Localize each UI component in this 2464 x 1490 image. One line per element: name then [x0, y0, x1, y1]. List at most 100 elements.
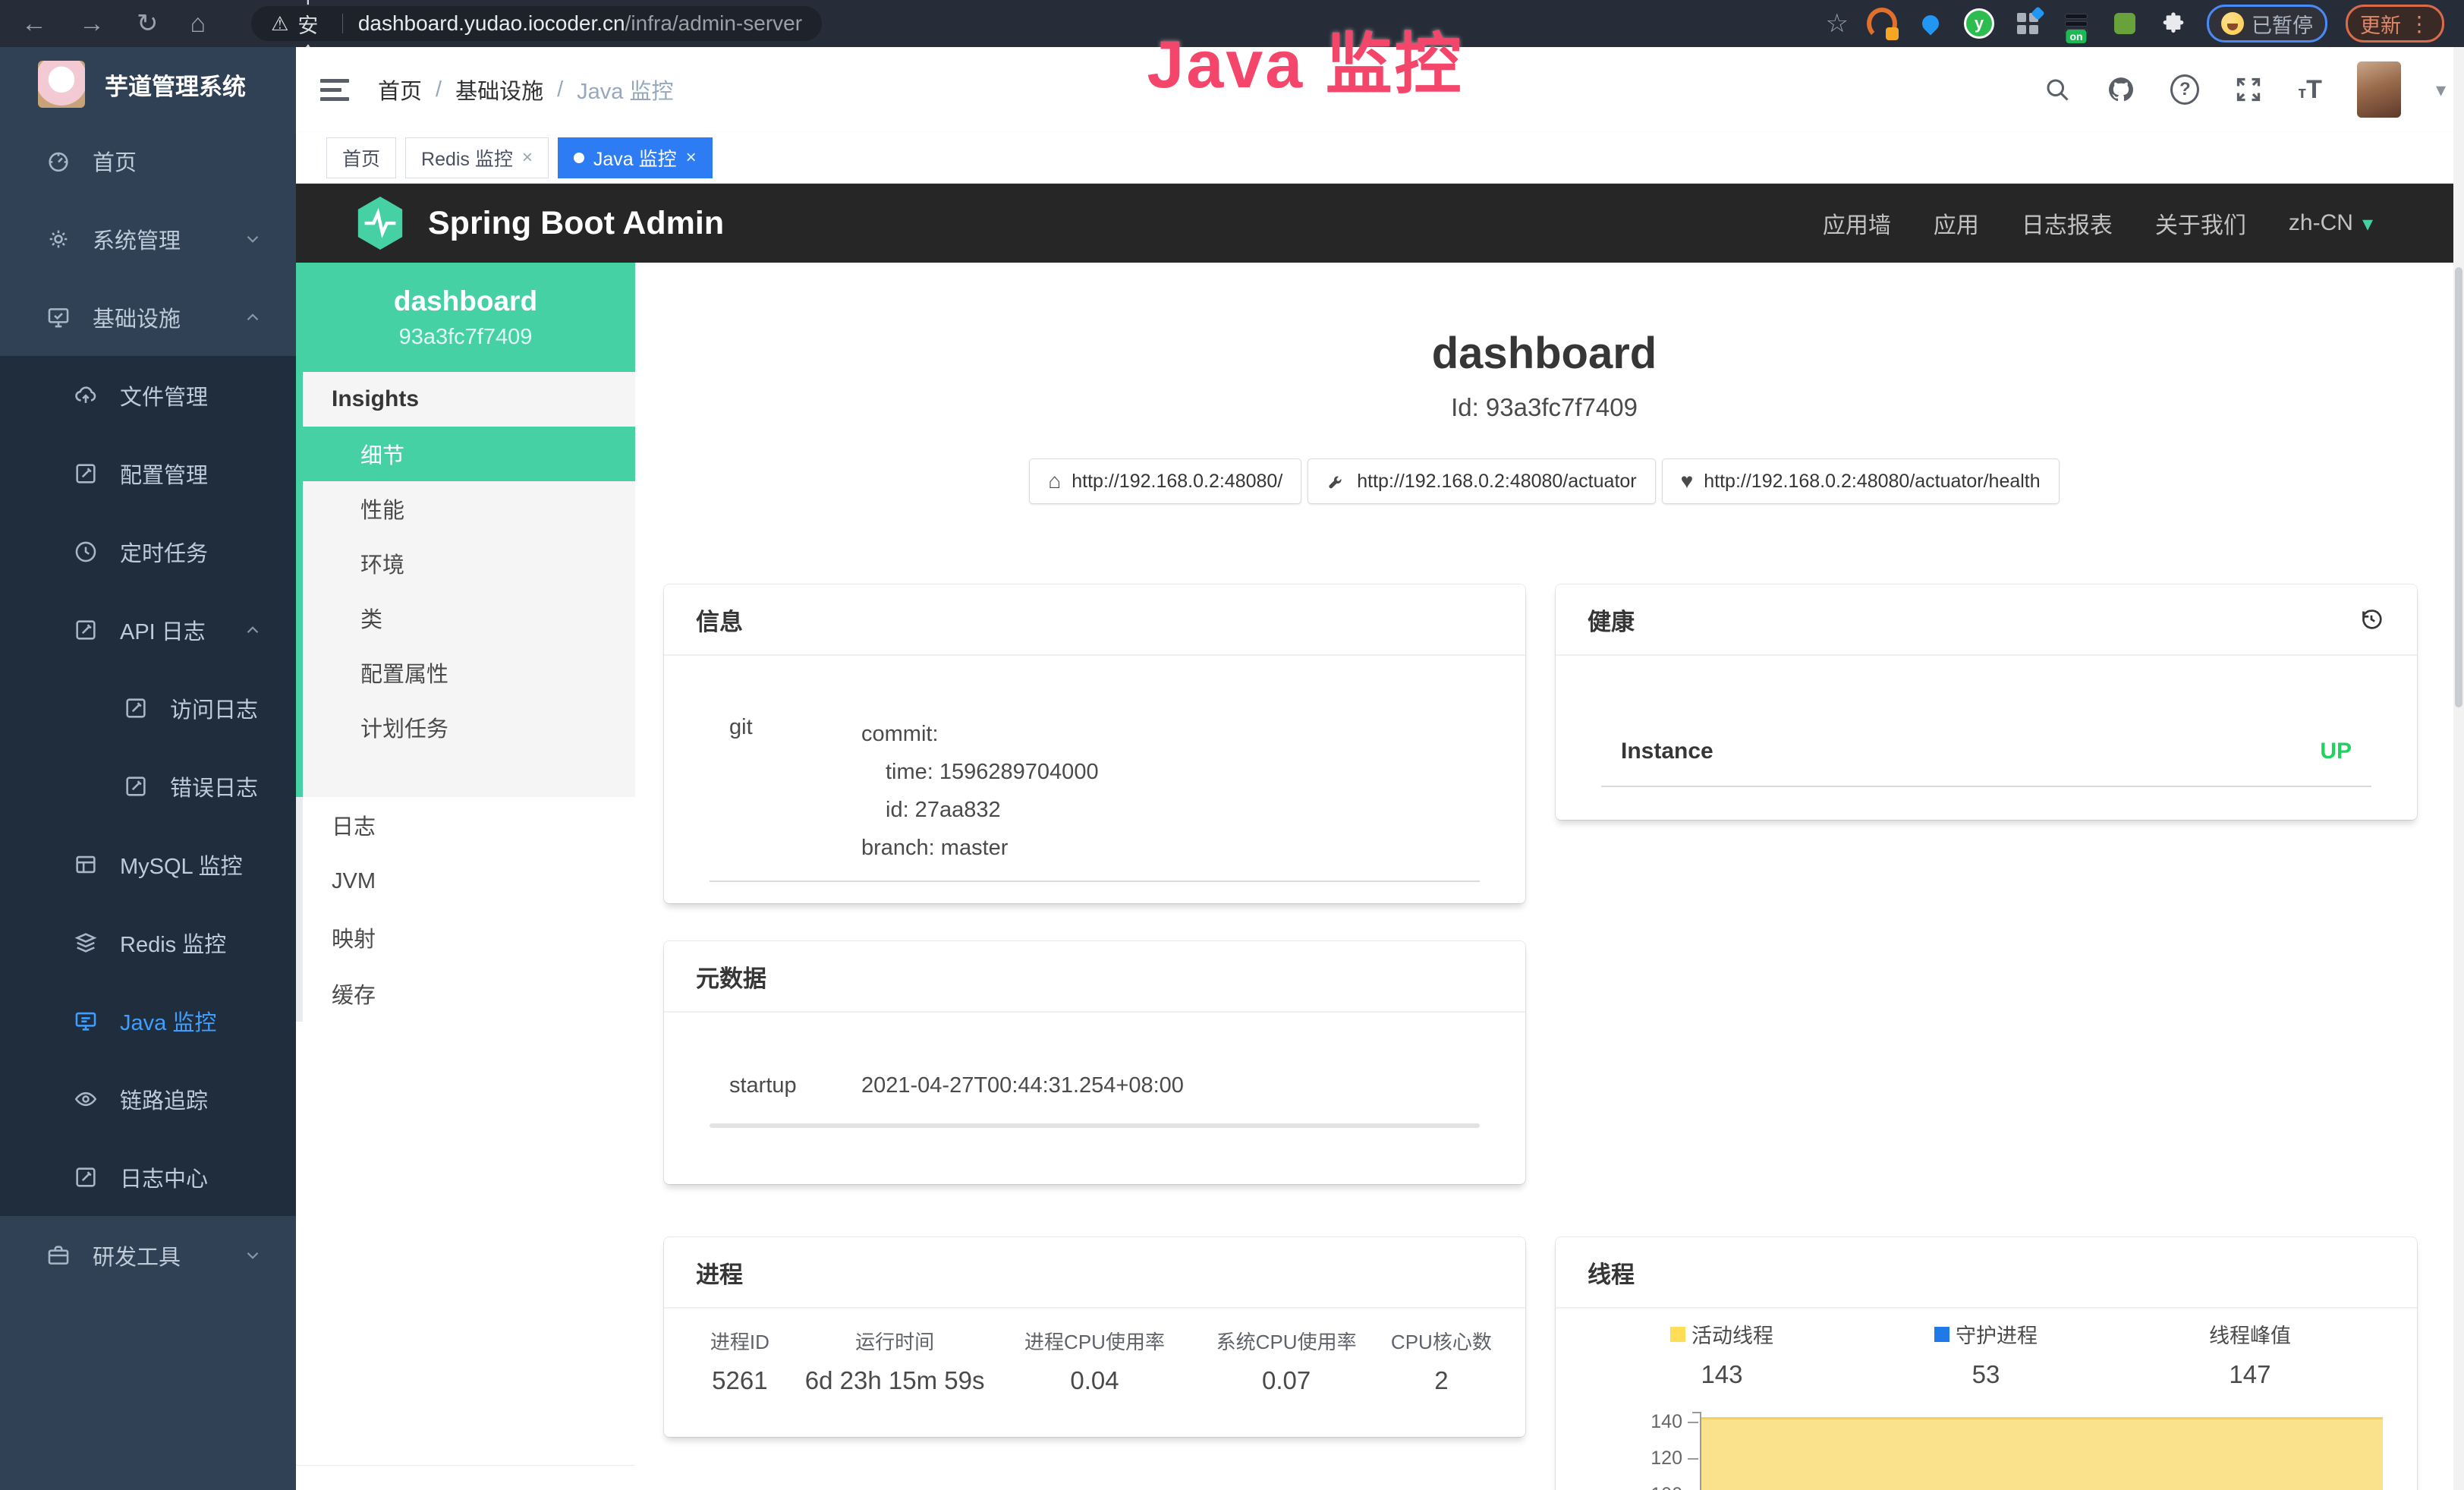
tab-home[interactable]: 首页 — [326, 137, 396, 178]
back-icon[interactable]: ← — [21, 9, 47, 39]
browser-menu-kebab-icon[interactable]: ⋮ — [2409, 11, 2430, 36]
sidebar-item-error-logs[interactable]: 错误日志 — [0, 747, 296, 825]
metadata-card-title: 元数据 — [664, 941, 1525, 1013]
extension-green-icon[interactable] — [2110, 8, 2140, 39]
extension-y-icon[interactable]: y — [1964, 8, 1994, 39]
menu-item-environment[interactable]: 环境 — [303, 536, 635, 591]
legend-daemon-threads: 守护进程 — [1854, 1319, 2118, 1349]
sidebar-item-log-center[interactable]: 日志中心 — [0, 1138, 296, 1216]
breadcrumb-home[interactable]: 首页 — [378, 74, 422, 106]
extensions-puzzle-icon[interactable] — [2158, 8, 2189, 39]
sidebar-item-system[interactable]: 系统管理 — [0, 200, 296, 278]
instance-header[interactable]: dashboard 93a3fc7f7409 — [296, 263, 635, 372]
menu-item-scheduled-tasks[interactable]: 计划任务 — [303, 700, 635, 754]
service-url-button[interactable]: ⌂ http://192.168.0.2:48080/ — [1029, 458, 1301, 504]
profile-paused-chip[interactable]: 已暂停 — [2207, 5, 2327, 43]
menu-item-mappings[interactable]: 映射 — [303, 909, 635, 966]
sidebar-item-access-logs[interactable]: 访问日志 — [0, 669, 296, 747]
home-icon: ⌂ — [1048, 469, 1061, 493]
sidebar-item-redis-monitor[interactable]: Redis 监控 — [0, 903, 296, 981]
sba-nav-applications[interactable]: 应用 — [1934, 206, 1979, 240]
page-scrollbar[interactable] — [2453, 47, 2464, 1490]
extension-orange-icon[interactable] — [1867, 8, 1897, 39]
sidebar-item-scheduled-jobs[interactable]: 定时任务 — [0, 512, 296, 591]
sidebar-item-dev-tools[interactable]: 研发工具 — [0, 1216, 296, 1294]
bookmark-star-icon[interactable]: ☆ — [1826, 8, 1849, 39]
health-card: 健康 Instance UP — [1556, 584, 2417, 820]
extension-pin-icon[interactable] — [1915, 8, 1946, 39]
sba-nav-wallboard[interactable]: 应用墙 — [1823, 206, 1891, 240]
app-title: 芋道管理系统 — [105, 68, 246, 102]
chrome-update-button[interactable]: 更新 ⋮ — [2346, 5, 2444, 43]
sidebar-item-api-logs[interactable]: API 日志 — [0, 591, 296, 669]
tags-view-bar: 首页 Redis 监控 × Java 监控 × — [296, 132, 2464, 184]
tab-java-monitor[interactable]: Java 监控 × — [558, 137, 713, 178]
menu-item-logs[interactable]: 日志 — [303, 797, 635, 853]
health-url-button[interactable]: ♥ http://192.168.0.2:48080/actuator/heal… — [1662, 458, 2060, 504]
tab-redis-monitor[interactable]: Redis 监控 × — [405, 137, 549, 178]
update-label: 更新 — [2360, 9, 2401, 39]
uptime-value: 6d 23h 15m 59s — [793, 1366, 997, 1395]
threads-values: 143 53 147 — [1590, 1360, 2383, 1389]
annotation-overlay-text: Java 监控 — [1062, 11, 1548, 107]
browser-extensions-area: ☆ y on 已暂停 更新 ⋮ — [1826, 5, 2444, 43]
health-card-header: 健康 — [1556, 584, 2417, 656]
breadcrumb-infra[interactable]: 基础设施 — [455, 74, 543, 106]
address-bar[interactable]: ⚠ 不安全 dashboard.yudao.iocoder.cn/infra/a… — [251, 6, 822, 41]
sba-nav-journal[interactable]: 日志报表 — [2022, 206, 2113, 240]
chevron-up-icon — [243, 307, 263, 327]
history-icon[interactable] — [2358, 606, 2385, 633]
menu-item-jvm[interactable]: JVM — [303, 853, 635, 909]
monitor-check-icon — [46, 304, 71, 330]
breadcrumb-separator: / — [557, 77, 563, 102]
scrollbar-thumb[interactable] — [2455, 267, 2462, 707]
search-icon[interactable] — [2043, 75, 2072, 104]
sidebar-item-infra[interactable]: 基础设施 — [0, 278, 296, 356]
sba-language-select[interactable]: zh-CN ▾ — [2289, 210, 2373, 236]
process-table-headers: 进程ID 运行时间 进程CPU使用率 系统CPU使用率 CPU核心数 — [687, 1327, 1503, 1355]
reload-icon[interactable]: ↻ — [137, 8, 159, 39]
sidebar-item-home[interactable]: 首页 — [0, 121, 296, 200]
sidebar-item-file-mgmt[interactable]: 文件管理 — [0, 356, 296, 434]
sidebar-item-mysql-monitor[interactable]: MySQL 监控 — [0, 825, 296, 903]
sba-brand-title[interactable]: Spring Boot Admin — [428, 205, 724, 242]
cloud-upload-icon — [73, 383, 99, 408]
forward-icon[interactable]: → — [79, 9, 105, 39]
menu-item-classes[interactable]: 类 — [303, 591, 635, 645]
metadata-startup-row: startup 2021-04-27T00:44:31.254+08:00 — [729, 1066, 797, 1104]
actuator-url-button[interactable]: http://192.168.0.2:48080/actuator — [1308, 458, 1655, 504]
app-logo-row[interactable]: 芋道管理系统 — [0, 47, 296, 121]
main-content: dashboard Id: 93a3fc7f7409 ⌂ http://192.… — [635, 263, 2453, 1490]
user-avatar[interactable] — [2357, 61, 2401, 118]
extension-list-on-icon[interactable]: on — [2061, 8, 2091, 39]
system-cpu-value: 0.07 — [1193, 1366, 1380, 1395]
sidebar-item-config-mgmt[interactable]: 配置管理 — [0, 434, 296, 512]
collapse-sidebar-icon[interactable] — [320, 79, 349, 101]
close-icon[interactable]: × — [522, 147, 533, 169]
insights-section-title: Insights — [303, 372, 635, 427]
fullscreen-icon[interactable] — [2234, 75, 2263, 104]
threads-card-title: 线程 — [1556, 1237, 2417, 1309]
font-size-icon[interactable]: тT — [2298, 75, 2322, 105]
help-icon[interactable]: ? — [2170, 75, 2199, 104]
close-icon[interactable]: × — [686, 147, 697, 169]
edit-icon — [73, 461, 99, 487]
process-table-values: 5261 6d 23h 15m 59s 0.04 0.07 2 — [687, 1366, 1503, 1395]
spring-boot-admin-logo-icon[interactable] — [354, 194, 407, 253]
menu-item-metrics[interactable]: 性能 — [303, 481, 635, 536]
extension-grid-icon[interactable] — [2012, 8, 2043, 39]
table-icon — [73, 852, 99, 877]
sidebar-item-tracing[interactable]: 链路追踪 — [0, 1060, 296, 1138]
menu-item-caches[interactable]: 缓存 — [303, 966, 635, 1022]
sba-nav-about[interactable]: 关于我们 — [2155, 206, 2246, 240]
menu-item-config-props[interactable]: 配置属性 — [303, 645, 635, 700]
cpu-cores-value: 2 — [1380, 1366, 1503, 1395]
home-icon[interactable]: ⌂ — [190, 9, 206, 39]
avatar-caret-icon[interactable]: ▾ — [2436, 78, 2446, 102]
menu-item-details[interactable]: 细节 — [296, 427, 635, 481]
info-git-label: git — [729, 715, 753, 740]
threads-area-chart — [1701, 1417, 2383, 1490]
y-axis-tick-140: 140 — [1628, 1411, 1682, 1433]
sidebar-item-java-monitor[interactable]: Java 监控 — [0, 981, 296, 1060]
github-icon[interactable] — [2107, 75, 2135, 104]
